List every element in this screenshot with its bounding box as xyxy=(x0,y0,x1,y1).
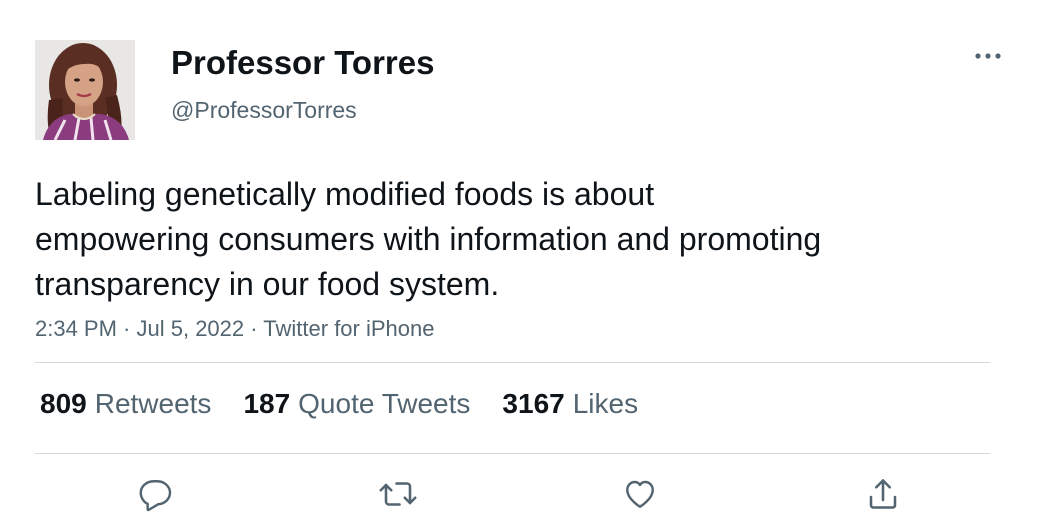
author-display-name[interactable]: Professor Torres xyxy=(171,44,434,82)
tweet-source[interactable]: Twitter for iPhone xyxy=(263,316,434,341)
reply-button[interactable] xyxy=(133,474,177,514)
retweets-stat[interactable]: 809 Retweets xyxy=(40,388,211,420)
retweet-icon xyxy=(379,482,417,506)
tweet-date[interactable]: Jul 5, 2022 xyxy=(137,316,245,341)
meta-separator: · xyxy=(116,316,137,341)
more-options-button[interactable] xyxy=(968,42,1008,70)
tweet-metadata: 2:34 PM · Jul 5, 2022 · Twitter for iPho… xyxy=(35,316,434,342)
tweet-text-line: transparency in our food system. xyxy=(35,266,500,302)
like-button[interactable] xyxy=(618,474,662,514)
tweet-text-line: Labeling genetically modified foods is a… xyxy=(35,176,655,212)
divider xyxy=(35,453,990,454)
tweet-time[interactable]: 2:34 PM xyxy=(35,316,117,341)
reply-icon xyxy=(139,480,172,512)
retweet-button[interactable] xyxy=(376,474,420,514)
likes-stat[interactable]: 3167 Likes xyxy=(502,388,638,420)
divider xyxy=(35,362,990,363)
engagement-stats: 809 Retweets 187 Quote Tweets 3167 Likes xyxy=(40,388,670,420)
quote-tweets-label: Quote Tweets xyxy=(298,388,471,419)
like-icon xyxy=(626,480,654,508)
tweet-text-line: empowering consumers with information an… xyxy=(35,221,822,257)
tweet-card: Professor Torres @ProfessorTorres Labeli… xyxy=(0,0,1050,525)
retweets-label: Retweets xyxy=(94,388,212,419)
quote-tweets-stat[interactable]: 187 Quote Tweets xyxy=(243,388,470,420)
likes-count: 3167 xyxy=(502,388,565,419)
tweet-text: Labeling genetically modified foods is a… xyxy=(35,172,935,307)
avatar[interactable] xyxy=(35,40,135,140)
meta-separator: · xyxy=(244,316,264,341)
quote-tweets-count: 187 xyxy=(243,388,291,419)
share-icon xyxy=(869,479,897,509)
share-button[interactable] xyxy=(861,474,905,514)
retweets-count: 809 xyxy=(40,388,87,419)
avatar-photo xyxy=(35,40,135,140)
likes-label: Likes xyxy=(572,388,639,419)
more-horizontal-icon xyxy=(975,53,1001,59)
author-handle[interactable]: @ProfessorTorres xyxy=(171,97,357,124)
